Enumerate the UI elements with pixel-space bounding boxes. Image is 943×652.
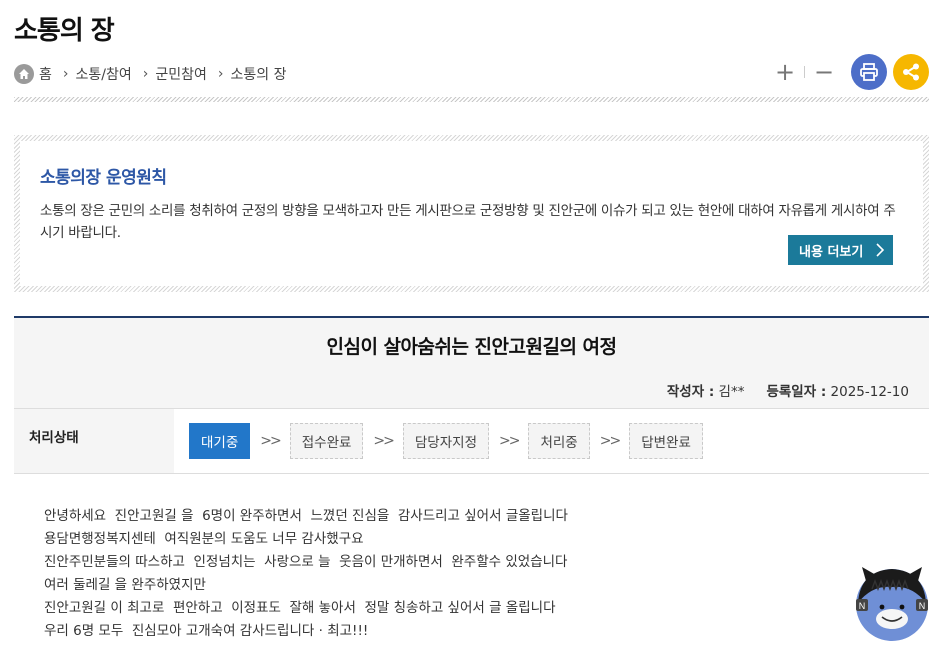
more-button-label: 내용 더보기 (799, 244, 864, 260)
divider (804, 66, 805, 78)
double-chevron-icon: >> (499, 433, 521, 449)
notice-content: 소통의장 운영원칙 소통의 장은 군민의 소리를 청취하여 군정의 방향을 모색… (20, 141, 923, 286)
zoom-in-button[interactable]: + (772, 54, 798, 90)
status-step-received: 접수완료 (289, 423, 364, 459)
author: 김** (718, 384, 745, 400)
print-button[interactable] (851, 54, 887, 90)
status-label: 처리상태 (14, 409, 174, 473)
status-steps: 대기중 >> 접수완료 >> 담당자지정 >> 처리중 >> 답변완료 (174, 409, 703, 473)
status-step-waiting: 대기중 (189, 423, 251, 459)
notice-box: 소통의장 운영원칙 소통의 장은 군민의 소리를 청취하여 군정의 방향을 모색… (14, 135, 929, 292)
share-icon (903, 63, 919, 81)
date-label: 등록일자 : (766, 384, 827, 400)
breadcrumb: 홈 › 소통/참여 › 군민참여 › 소통의 장 (14, 64, 286, 84)
notice-text: 소통의 장은 군민의 소리를 청취하여 군정의 방향을 모색하고자 만든 게시판… (40, 203, 896, 241)
breadcrumb-item-current[interactable]: 소통의 장 (231, 64, 287, 84)
post-date: 2025-12-10 (830, 384, 909, 400)
svg-text:N: N (859, 601, 866, 611)
breadcrumb-item-participation[interactable]: 소통/참여 (76, 64, 132, 84)
double-chevron-icon: >> (260, 433, 282, 449)
more-button[interactable]: 내용 더보기 (788, 235, 893, 265)
chevron-right-icon (876, 243, 885, 257)
page-title: 소통의 장 (14, 16, 115, 46)
post-header: 인심이 살아숨쉬는 진안고원길의 여정 작성자 : 김** 등록일자 : 202… (14, 316, 929, 408)
author-label: 작성자 : (666, 384, 715, 400)
post-meta: 작성자 : 김** 등록일자 : 2025-12-10 (667, 380, 909, 400)
status-step-assigned: 담당자지정 (402, 423, 489, 459)
breadcrumb-home[interactable]: 홈 (39, 64, 52, 84)
notice-title: 소통의장 운영원칙 (40, 168, 167, 188)
svg-text:N: N (919, 601, 926, 611)
share-button[interactable] (893, 54, 929, 90)
home-icon[interactable] (14, 64, 34, 84)
post-body: 안녕하세요 진안고원길 을 6명이 완주하면서 느꼈던 진심을 감사드리고 싶어… (44, 508, 568, 639)
status-step-answered: 답변완료 (629, 423, 703, 459)
chevron-right-icon: › (217, 66, 224, 82)
double-chevron-icon: >> (373, 433, 395, 449)
breadcrumb-item-citizen[interactable]: 군민참여 (155, 64, 207, 84)
zoom-out-button[interactable]: − (811, 54, 837, 90)
chevron-right-icon: › (62, 66, 69, 82)
toolbar: + − (772, 54, 929, 90)
mascot-avatar-icon[interactable]: N N (852, 563, 932, 643)
status-row: 처리상태 대기중 >> 접수완료 >> 담당자지정 >> 처리중 >> 답변완료 (14, 408, 929, 474)
post-title: 인심이 살아숨쉬는 진안고원길의 여정 (326, 336, 617, 358)
double-chevron-icon: >> (599, 433, 622, 449)
printer-icon (860, 63, 878, 81)
post: 인심이 살아숨쉬는 진안고원길의 여정 작성자 : 김** 등록일자 : 202… (14, 316, 929, 474)
header-divider (14, 97, 929, 102)
chevron-right-icon: › (142, 66, 149, 82)
status-step-processing: 처리중 (528, 423, 590, 459)
